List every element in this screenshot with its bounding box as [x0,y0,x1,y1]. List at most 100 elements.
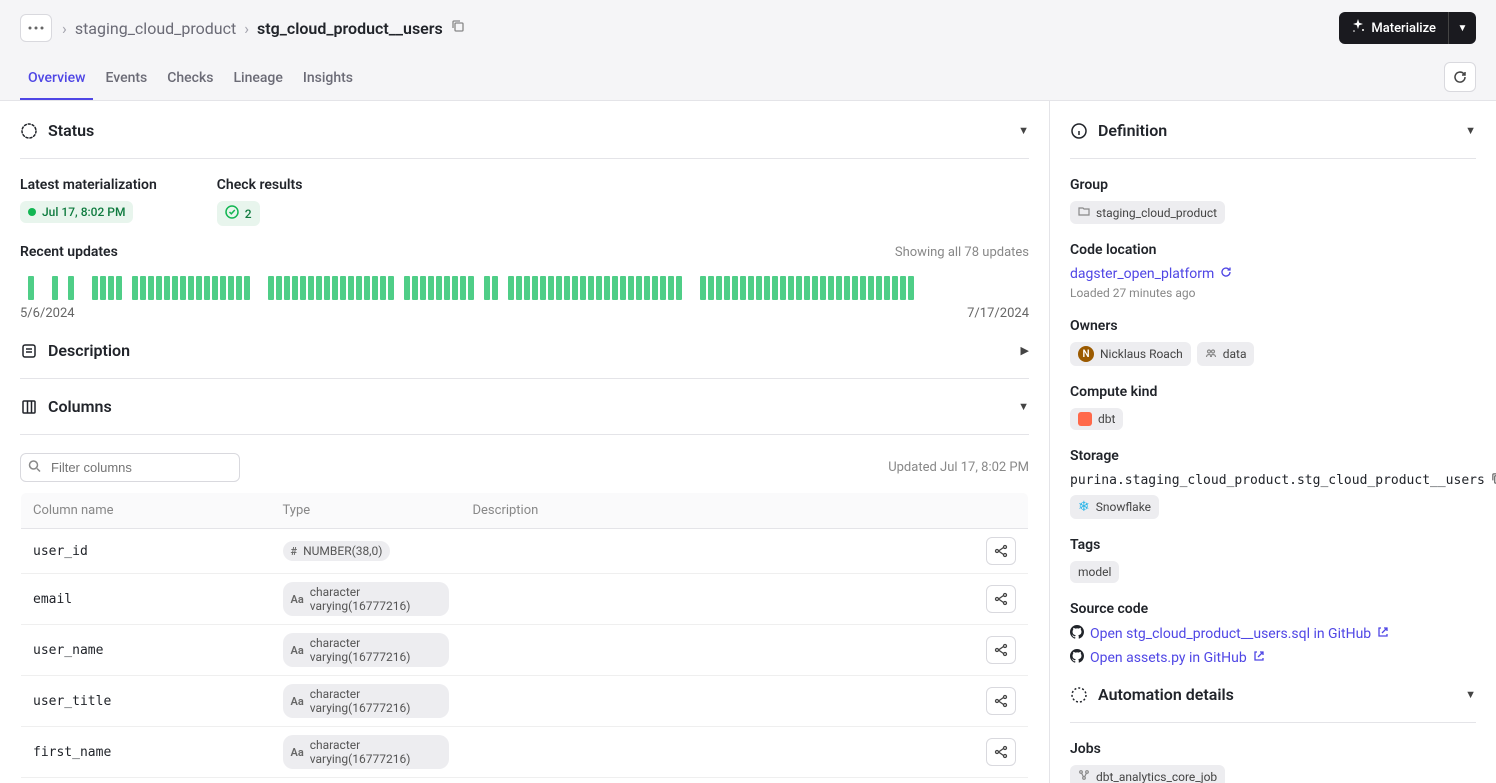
update-bar[interactable] [900,276,906,300]
update-bar[interactable] [276,276,282,300]
update-bar[interactable] [124,276,130,300]
tab-lineage[interactable]: Lineage [225,60,290,100]
update-bar[interactable] [84,276,90,300]
description-section-header[interactable]: Description ▶ [20,341,1029,360]
recent-updates-chart[interactable] [20,276,1029,300]
update-bar[interactable] [748,276,754,300]
table-row[interactable]: user_titleAacharacter varying(16777216) [21,676,1029,727]
automation-section-header[interactable]: Automation details ▼ [1070,685,1476,704]
update-bar[interactable] [556,276,562,300]
update-bar[interactable] [860,276,866,300]
materialize-button[interactable]: Materialize ▼ [1339,12,1476,44]
update-bar[interactable] [172,276,178,300]
update-bar[interactable] [340,276,346,300]
update-bar[interactable] [596,276,602,300]
update-bar[interactable] [156,276,162,300]
update-bar[interactable] [716,276,722,300]
status-section-header[interactable]: Status ▼ [20,121,1029,140]
owner-user-chip[interactable]: N Nicklaus Roach [1070,342,1191,366]
update-bar[interactable] [820,276,826,300]
update-bar[interactable] [508,276,514,300]
update-bar[interactable] [236,276,242,300]
col-header-name[interactable]: Column name [21,493,271,529]
update-bar[interactable] [740,276,746,300]
update-bar[interactable] [68,276,74,300]
update-bar[interactable] [836,276,842,300]
update-bar[interactable] [420,276,426,300]
job-chip[interactable]: dbt_analytics_core_job [1070,765,1225,783]
update-bar[interactable] [524,276,530,300]
update-bar[interactable] [300,276,306,300]
refresh-button[interactable] [1444,62,1476,92]
filter-columns-input[interactable] [20,453,240,482]
materialize-dropdown[interactable]: ▼ [1448,12,1476,44]
update-bar[interactable] [60,276,66,300]
copy-icon[interactable] [451,19,465,37]
update-bar[interactable] [500,276,506,300]
update-bar[interactable] [164,276,170,300]
update-bar[interactable] [436,276,442,300]
update-bar[interactable] [348,276,354,300]
update-bar[interactable] [140,276,146,300]
tag-chip[interactable]: model [1070,561,1119,583]
update-bar[interactable] [372,276,378,300]
source-py-link[interactable]: Open assets.py in GitHub [1070,649,1265,667]
col-header-desc[interactable]: Description [461,493,974,529]
update-bar[interactable] [316,276,322,300]
update-bar[interactable] [212,276,218,300]
update-bar[interactable] [252,276,258,300]
update-bar[interactable] [92,276,98,300]
update-bar[interactable] [724,276,730,300]
update-bar[interactable] [844,276,850,300]
update-bar[interactable] [188,276,194,300]
update-bar[interactable] [44,276,50,300]
update-bar[interactable] [204,276,210,300]
update-bar[interactable] [180,276,186,300]
update-bar[interactable] [396,276,402,300]
update-bar[interactable] [516,276,522,300]
update-bar[interactable] [76,276,82,300]
update-bar[interactable] [292,276,298,300]
columns-section-header[interactable]: Columns ▼ [20,397,1029,416]
check-results-pill[interactable]: 2 [217,201,260,226]
update-bar[interactable] [28,276,34,300]
update-bar[interactable] [732,276,738,300]
update-bar[interactable] [444,276,450,300]
update-bar[interactable] [108,276,114,300]
update-bar[interactable] [20,276,26,300]
update-bar[interactable] [148,276,154,300]
update-bar[interactable] [332,276,338,300]
update-bar[interactable] [764,276,770,300]
update-bar[interactable] [268,276,274,300]
table-row[interactable]: user_id#NUMBER(38,0) [21,529,1029,574]
update-bar[interactable] [404,276,410,300]
update-bar[interactable] [196,276,202,300]
copy-storage-icon[interactable] [1491,472,1496,489]
update-bar[interactable] [452,276,458,300]
update-bar[interactable] [612,276,618,300]
table-row[interactable]: first_nameAacharacter varying(16777216) [21,727,1029,778]
update-bar[interactable] [460,276,466,300]
update-bar[interactable] [692,276,698,300]
group-chip[interactable]: staging_cloud_product [1070,201,1225,224]
update-bar[interactable] [356,276,362,300]
table-row[interactable]: last_nameAacharacter varying(16777216) [21,778,1029,783]
tab-insights[interactable]: Insights [295,60,361,100]
update-bar[interactable] [652,276,658,300]
table-row[interactable]: emailAacharacter varying(16777216) [21,574,1029,625]
update-bar[interactable] [628,276,634,300]
update-bar[interactable] [244,276,250,300]
update-bar[interactable] [580,276,586,300]
update-bar[interactable] [116,276,122,300]
more-menu-button[interactable] [20,14,52,42]
column-lineage-button[interactable] [986,636,1016,664]
update-bar[interactable] [564,276,570,300]
update-bar[interactable] [220,276,226,300]
col-header-type[interactable]: Type [271,493,461,529]
update-bar[interactable] [700,276,706,300]
update-bar[interactable] [284,276,290,300]
latest-materialization-pill[interactable]: Jul 17, 8:02 PM [20,201,133,223]
column-lineage-button[interactable] [986,738,1016,766]
table-row[interactable]: user_nameAacharacter varying(16777216) [21,625,1029,676]
update-bar[interactable] [780,276,786,300]
